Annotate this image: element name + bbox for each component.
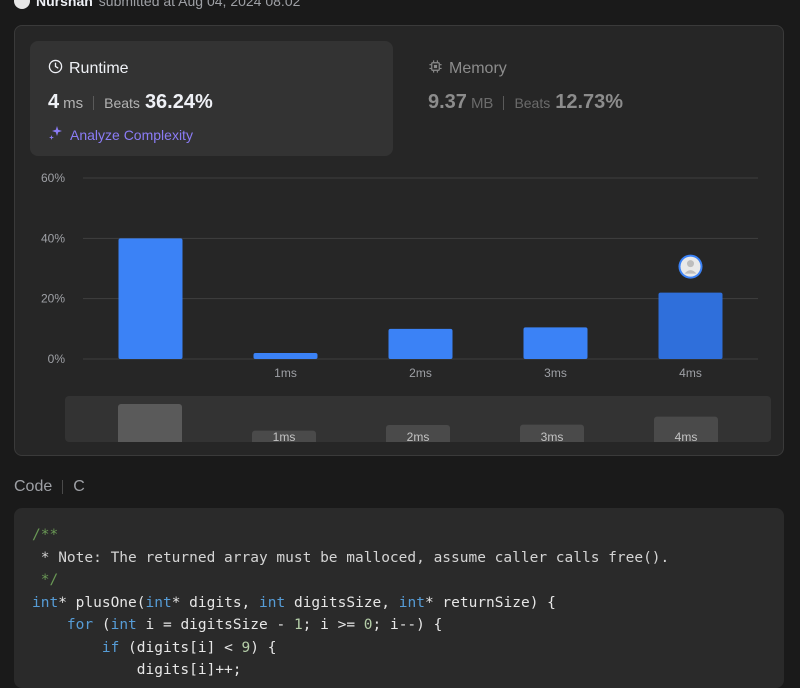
analyze-complexity-button[interactable]: Analyze Complexity <box>48 125 193 144</box>
memory-beats-value: 12.73% <box>555 91 624 113</box>
sparkle-icon <box>48 125 64 144</box>
overview-label: 2ms <box>407 430 430 442</box>
runtime-values: 4 ms Beats 36.24% <box>48 91 213 114</box>
code-label: Code <box>14 478 53 495</box>
chart-bar[interactable] <box>253 352 318 359</box>
memory-title-label: Memory <box>449 60 507 77</box>
user-position-avatar <box>678 254 703 279</box>
divider <box>503 95 505 110</box>
chart-bar[interactable] <box>118 238 183 359</box>
overview-label: 3ms <box>541 430 564 442</box>
runtime-distribution-chart: 0% 20% 40% 60% 1ms 2ms 3ms 4ms <box>41 171 758 380</box>
x-tick-label: 2ms <box>409 366 432 380</box>
submitted-text: submitted at Aug 04, 2024 08:02 <box>98 0 301 9</box>
divider <box>62 480 64 494</box>
divider <box>93 95 95 110</box>
overview-label: 1ms <box>273 430 296 442</box>
code-line: for (int i = digitsSize - 1; i >= 0; i--… <box>66 617 443 633</box>
code-line: if (digits[i] < 9) { <box>101 639 277 656</box>
chip-icon <box>428 59 443 79</box>
overview-chart: 1ms 2ms 3ms 4ms <box>118 404 718 442</box>
x-tick-label: 3ms <box>544 366 567 380</box>
distribution-overview-scrubber[interactable]: 1ms 2ms 3ms 4ms <box>65 396 771 442</box>
code-line: int* plusOne(int* digits, int digitsSize… <box>32 594 556 611</box>
code-line: */ <box>32 572 59 588</box>
user-avatar[interactable] <box>14 0 30 9</box>
x-tick-label: 1ms <box>274 366 297 380</box>
runtime-value: 4 <box>48 91 60 113</box>
memory-unit: MB <box>470 95 494 112</box>
code-line: digits[i]++; <box>32 662 242 678</box>
y-tick-label: 0% <box>48 352 66 366</box>
runtime-unit: ms <box>63 95 84 112</box>
code-line: * Note: The returned array must be mallo… <box>32 549 670 566</box>
chart-bar[interactable] <box>523 327 588 359</box>
memory-beats-label: Beats <box>514 95 551 111</box>
submission-header: Nurshan submitted at Aug 04, 2024 08:02 <box>14 0 300 10</box>
runtime-beats-value: 36.24% <box>144 91 213 113</box>
runtime-card[interactable]: Runtime 4 ms Beats 36.24% Analyze Comple… <box>30 41 393 156</box>
code-language: C <box>73 478 85 495</box>
overview-bar <box>118 404 182 442</box>
chart-bar[interactable] <box>388 328 453 359</box>
y-tick-label: 60% <box>41 171 65 185</box>
memory-value: 9.37 <box>428 91 467 113</box>
memory-title: Memory <box>428 59 507 79</box>
clock-icon <box>48 59 63 79</box>
y-tick-label: 40% <box>41 231 65 245</box>
memory-values: 9.37 MB Beats 12.73% <box>428 91 623 114</box>
x-tick-label: 4ms <box>679 366 702 380</box>
code-line: /** <box>32 527 59 543</box>
chart-bar[interactable] <box>658 292 723 359</box>
memory-card[interactable]: Memory 9.37 MB Beats 12.73% <box>410 41 730 156</box>
username[interactable]: Nurshan <box>36 0 93 9</box>
code-header: Code C <box>14 478 85 496</box>
code-viewer[interactable]: /** * Note: The returned array must be m… <box>14 508 784 688</box>
overview-label: 4ms <box>675 430 698 442</box>
runtime-title-label: Runtime <box>69 60 129 77</box>
submission-stats-panel: Runtime 4 ms Beats 36.24% Analyze Comple… <box>14 25 784 456</box>
analyze-complexity-label: Analyze Complexity <box>70 126 193 143</box>
y-tick-label: 20% <box>41 292 65 306</box>
runtime-beats-label: Beats <box>104 95 140 111</box>
runtime-title: Runtime <box>48 59 129 79</box>
